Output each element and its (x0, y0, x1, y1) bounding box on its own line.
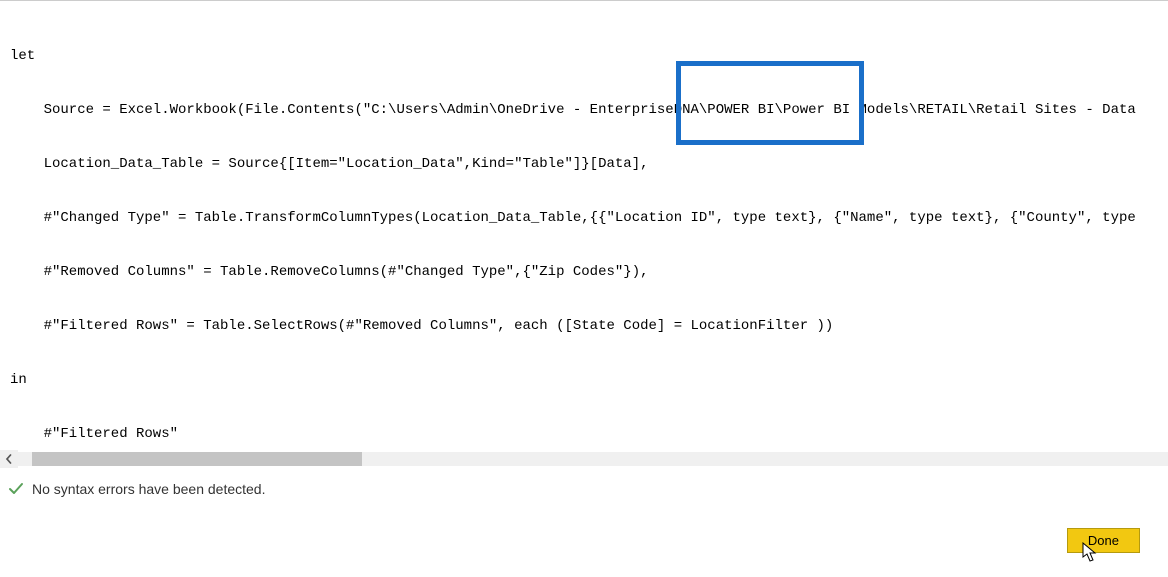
code-line: #"Filtered Rows" = Table.SelectRows(#"Re… (10, 317, 1158, 335)
code-line: in (10, 371, 1158, 389)
horizontal-scrollbar[interactable] (0, 450, 1168, 468)
status-message: No syntax errors have been detected. (32, 480, 265, 498)
footer: Done (0, 517, 1168, 577)
code-line: let (10, 47, 1158, 65)
code-editor[interactable]: let Source = Excel.Workbook(File.Content… (0, 1, 1168, 444)
status-bar: No syntax errors have been detected. (0, 473, 1168, 505)
done-button[interactable]: Done (1067, 528, 1140, 553)
code-line: Source = Excel.Workbook(File.Contents("C… (10, 101, 1158, 119)
code-line: Location_Data_Table = Source{[Item="Loca… (10, 155, 1158, 173)
done-button-label: Done (1088, 533, 1119, 548)
code-line: #"Removed Columns" = Table.RemoveColumns… (10, 263, 1158, 281)
code-line: #"Changed Type" = Table.TransformColumnT… (10, 209, 1158, 227)
code-line: #"Filtered Rows" (10, 425, 1158, 443)
scroll-track[interactable] (18, 452, 1168, 466)
scroll-left-button[interactable] (0, 450, 18, 468)
scroll-thumb[interactable] (32, 452, 362, 466)
check-icon (6, 479, 26, 499)
chevron-left-icon (4, 454, 14, 464)
